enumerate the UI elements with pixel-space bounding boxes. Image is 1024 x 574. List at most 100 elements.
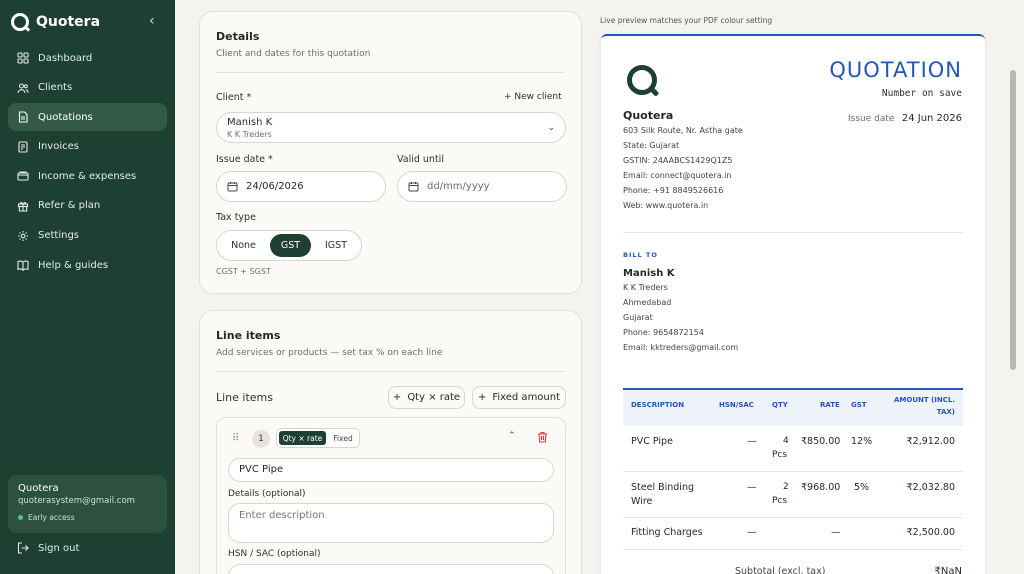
company-phone: Phone: +91 8849526616: [623, 186, 724, 195]
row-hsn: —: [747, 436, 757, 447]
line-items-title: Line items: [216, 329, 281, 342]
th-rate: RATE: [820, 401, 840, 409]
invoice-icon: [17, 141, 29, 153]
sidebar-item-dashboard[interactable]: Dashboard: [8, 44, 167, 72]
sidebar: Quotera ‹ Dashboard Clients Quotations I: [0, 0, 175, 574]
plus-icon: +: [392, 392, 402, 403]
table-row: Fitting Charges — — ₹2,500.00: [623, 518, 963, 550]
divider: [216, 72, 565, 73]
sidebar-item-refer-plan[interactable]: Refer & plan: [8, 192, 167, 220]
row-unit: Pcs: [772, 496, 788, 506]
sidebar-item-help-guides[interactable]: Help & guides: [8, 251, 167, 279]
account-status: Early access: [18, 513, 157, 522]
add-fixed-amount-button[interactable]: + Fixed amount: [472, 386, 566, 409]
add-qty-rate-label: Qty × rate: [407, 392, 461, 403]
mode-option-qty-rate[interactable]: Qty × rate: [279, 431, 326, 445]
sidebar-item-invoices[interactable]: Invoices: [8, 133, 167, 161]
bill-to-city: Ahmedabad: [623, 298, 672, 307]
th-description: DESCRIPTION: [631, 401, 685, 409]
issue-date-input[interactable]: 24/06/2026: [216, 171, 386, 202]
tax-type-toggle: None GST IGST: [216, 230, 362, 261]
page-scrollbar[interactable]: [1010, 70, 1016, 370]
sign-out-label: Sign out: [38, 542, 80, 554]
th-hsn-sac: HSN/SAC: [719, 401, 754, 409]
company-logo-icon: [627, 65, 657, 95]
sidebar-item-settings[interactable]: Settings: [8, 222, 167, 250]
sidebar-item-label: Refer & plan: [38, 200, 101, 212]
th-amount-tax: TAX): [936, 408, 955, 416]
details-card: Details Client and dates for this quotat…: [199, 11, 582, 294]
brand[interactable]: Quotera: [11, 12, 100, 32]
sidebar-nav: Dashboard Clients Quotations Invoices In…: [8, 44, 167, 281]
calendar-icon: [227, 182, 238, 192]
grid-icon: [17, 52, 29, 64]
sidebar-item-label: Invoices: [38, 141, 79, 153]
company-name: Quotera: [623, 109, 674, 122]
account-card[interactable]: Quotera quoterasystem@gmail.com Early ac…: [8, 475, 167, 533]
company-address: 603 Silk Route, Nr. Astha gate: [623, 126, 743, 135]
subtotal-value: ₹NaN: [934, 566, 962, 574]
row-hsn: —: [747, 482, 757, 493]
line-items-section-label: Line items: [216, 391, 274, 404]
line-items-subtitle: Add services or products — set tax % on …: [216, 348, 443, 358]
sidebar-item-label: Help & guides: [38, 259, 109, 271]
divider: [216, 371, 565, 372]
subtotal-label: Subtotal (excl. tax): [735, 566, 826, 574]
sidebar-item-clients[interactable]: Clients: [8, 74, 167, 102]
row-amount: ₹2,912.00: [906, 436, 955, 447]
sidebar-item-quotations[interactable]: Quotations: [8, 103, 167, 132]
book-icon: [17, 259, 29, 272]
collapse-sidebar-icon[interactable]: ‹: [149, 13, 155, 29]
row-gst: 12%: [851, 436, 873, 447]
mode-option-fixed[interactable]: Fixed: [328, 431, 358, 445]
sign-out-button[interactable]: Sign out: [17, 542, 79, 554]
line-item-mode-toggle: Qty × rate Fixed: [276, 428, 360, 448]
chevron-down-icon: ⌄: [547, 123, 555, 133]
document-title: QUOTATION: [829, 58, 962, 82]
add-qty-rate-button[interactable]: + Qty × rate: [388, 386, 465, 409]
row-amount: ₹2,500.00: [906, 527, 955, 538]
preview-issue-label: Issue date: [848, 114, 895, 124]
drag-handle-icon[interactable]: ⠿: [232, 433, 239, 444]
sidebar-item-label: Income & expenses: [38, 170, 137, 182]
sidebar-item-income-expenses[interactable]: Income & expenses: [8, 162, 167, 190]
bill-to-company: K K Treders: [623, 283, 668, 292]
line-items-card: Line items Add services or products — se…: [199, 310, 582, 574]
item-name-input[interactable]: PVC Pipe: [228, 458, 554, 482]
valid-until-input[interactable]: dd/mm/yyyy: [397, 171, 567, 202]
document-icon: [17, 111, 29, 123]
row-amount: ₹2,032.80: [906, 482, 955, 493]
tax-option-igst[interactable]: IGST: [314, 234, 358, 257]
sidebar-item-label: Clients: [38, 82, 73, 94]
row-rate: ₹850.00: [801, 436, 841, 447]
bill-to-name: Manish K: [623, 268, 675, 279]
hsn-sac-input[interactable]: [228, 564, 554, 574]
line-item-number: 1: [252, 430, 270, 448]
gear-icon: [17, 230, 29, 242]
bill-to-email: Email: kktreders@gmail.com: [623, 343, 739, 352]
chevron-up-icon[interactable]: ⌃: [508, 431, 516, 441]
tax-option-gst[interactable]: GST: [270, 234, 311, 257]
row-description: Steel Binding: [631, 482, 695, 493]
client-select[interactable]: Manish K K K Treders ⌄: [216, 112, 566, 143]
th-amount: AMOUNT (INCL.: [893, 396, 955, 404]
table-row: PVC Pipe — 4 Pcs ₹850.00 12% ₹2,912.00: [623, 426, 963, 472]
row-description: PVC Pipe: [631, 436, 673, 447]
divider: [623, 232, 963, 233]
details-optional-label: Details (optional): [228, 489, 306, 499]
status-dot-icon: [18, 515, 23, 520]
bill-to-phone: Phone: 9654872154: [623, 328, 704, 337]
valid-until-placeholder: dd/mm/yyyy: [427, 181, 490, 192]
issue-date-value: 24/06/2026: [246, 181, 304, 192]
item-details-textarea[interactable]: Enter description: [228, 503, 554, 543]
details-title: Details: [216, 30, 260, 43]
tax-note: CGST + SGST: [216, 267, 271, 276]
delete-icon[interactable]: [537, 431, 548, 443]
quotation-preview: QUOTATION Number on save Quotera 603 Sil…: [601, 34, 985, 574]
tax-type-label: Tax type: [216, 212, 256, 223]
th-qty: QTY: [772, 401, 788, 409]
sidebar-item-label: Dashboard: [38, 52, 93, 64]
logo-icon: [11, 13, 29, 31]
tax-option-none[interactable]: None: [221, 234, 266, 257]
new-client-button[interactable]: + New client: [504, 92, 562, 102]
